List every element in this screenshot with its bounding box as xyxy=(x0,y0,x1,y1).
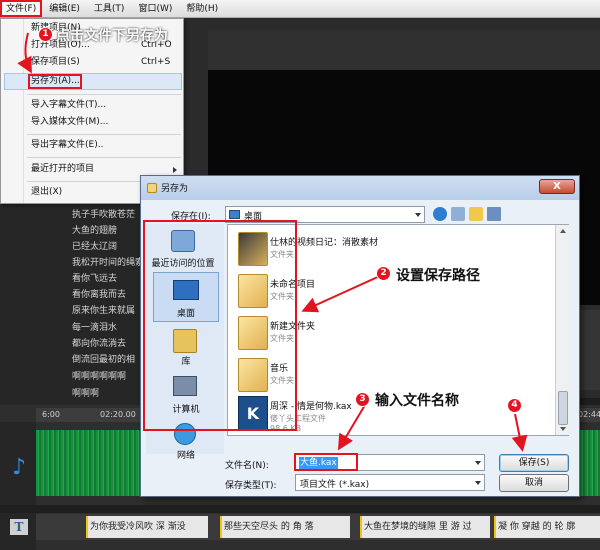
submenu-arrow-icon xyxy=(173,167,177,173)
place-network[interactable]: 网络 xyxy=(144,448,228,461)
ruler-label: 6:00 xyxy=(42,410,60,419)
save-type-label: 保存类型(T): xyxy=(225,481,277,491)
new-folder-icon[interactable] xyxy=(469,207,483,221)
menu-tools[interactable]: 工具(T) xyxy=(87,0,132,17)
lyric-line: 啊啊啊啊啊啊 xyxy=(72,372,127,382)
subtitle-track-icon: T xyxy=(10,519,28,535)
subtitle-clip[interactable]: 凝 你 穿越 的 轮 廓 xyxy=(494,516,600,538)
subtitle-clip[interactable]: 那些天空尽头 的 角 落 xyxy=(220,516,350,538)
lyric-line: 大鱼的翅膀 xyxy=(72,226,118,236)
menu-item-import-subtitle[interactable]: 导入字幕文件(T)... xyxy=(31,98,181,113)
preview-toolbar xyxy=(208,30,600,70)
save-type-dropdown[interactable]: 项目文件 (*.kax) xyxy=(295,474,485,491)
dialog-app-icon xyxy=(147,183,157,193)
lyric-line: 都向你流淌去 xyxy=(72,339,127,349)
scroll-up-icon[interactable] xyxy=(560,229,566,233)
view-menu-icon[interactable] xyxy=(487,207,501,221)
audio-track-icon: ♪ xyxy=(12,455,27,480)
back-icon[interactable] xyxy=(433,207,447,221)
scroll-thumb[interactable] xyxy=(558,391,568,425)
lyric-line: 我松开时间的绳索 xyxy=(72,258,145,268)
chevron-down-icon xyxy=(415,213,421,217)
cancel-button[interactable]: 取消 xyxy=(499,474,569,492)
annotation-highlight-box xyxy=(143,220,297,431)
step-note: 输入文件名称 xyxy=(375,393,459,409)
vertical-scrollbar[interactable] xyxy=(555,225,569,435)
menu-file[interactable]: 文件(F) xyxy=(0,0,43,17)
step-badge: 1 xyxy=(38,27,53,42)
desktop-icon xyxy=(229,210,240,219)
menu-help[interactable]: 帮助(H) xyxy=(179,0,225,17)
menu-icon-gutter xyxy=(23,19,24,203)
subtitle-clip[interactable]: 大鱼在梦境的缝隙 里 游 过 xyxy=(360,516,490,538)
lyric-line: 原来你生来就属 xyxy=(72,306,136,316)
menu-separator xyxy=(27,157,181,158)
lyric-line: 看你离我而去 xyxy=(72,290,127,300)
ruler-label: 02:44 xyxy=(578,410,600,419)
annotation-highlight-box xyxy=(294,453,358,471)
chevron-down-icon xyxy=(475,481,481,485)
step-badge: 4 xyxy=(507,398,522,413)
up-folder-icon[interactable] xyxy=(451,207,465,221)
menu-shortcut: Ctrl+S xyxy=(141,57,171,67)
chevron-down-icon[interactable] xyxy=(475,461,481,465)
step-badge: 3 xyxy=(355,392,370,407)
lyric-line: 已经太辽阔 xyxy=(72,242,118,252)
step-note: 点击文件下另存为 xyxy=(56,28,168,44)
lyric-line: 倒流回最初的相 xyxy=(72,355,136,365)
menu-separator xyxy=(27,134,181,135)
filename-label: 文件名(N): xyxy=(225,461,269,471)
dialog-title: 另存为 xyxy=(161,184,189,194)
subtitle-clip[interactable]: 为你我受冷风吹 深 渐没 xyxy=(86,516,208,538)
save-button[interactable]: 保存(S) xyxy=(499,454,569,472)
lyric-line: 啊啊啊 xyxy=(72,389,100,399)
lyric-line: 执子手吹散苍茫 xyxy=(72,210,136,220)
audio-waveform[interactable] xyxy=(36,430,140,496)
menu-window[interactable]: 窗口(W) xyxy=(131,0,179,17)
scroll-down-icon[interactable] xyxy=(560,427,566,431)
ruler-label: 02:20.00 xyxy=(100,410,136,419)
annotation-highlight-box xyxy=(28,74,82,89)
menu-item-import-media[interactable]: 导入媒体文件(M)... xyxy=(31,115,181,130)
lyric-line: 每一滴泪水 xyxy=(72,323,118,333)
lyric-line: 看你飞远去 xyxy=(72,274,118,284)
track-divider xyxy=(0,505,600,513)
audio-waveform[interactable] xyxy=(580,430,600,496)
dialog-titlebar[interactable] xyxy=(141,176,579,200)
menu-bar: 文件(F) 编辑(E) 工具(T) 窗口(W) 帮助(H) xyxy=(0,0,600,18)
step-note: 设置保存路径 xyxy=(396,268,480,284)
menu-separator xyxy=(27,94,181,95)
save-type-value: 项目文件 (*.kax) xyxy=(300,480,370,490)
menu-edit[interactable]: 编辑(E) xyxy=(42,0,87,17)
menu-item-export-subtitle[interactable]: 导出字幕文件(E).. xyxy=(31,138,181,153)
step-badge: 2 xyxy=(376,266,391,281)
close-button[interactable]: X xyxy=(539,179,575,194)
